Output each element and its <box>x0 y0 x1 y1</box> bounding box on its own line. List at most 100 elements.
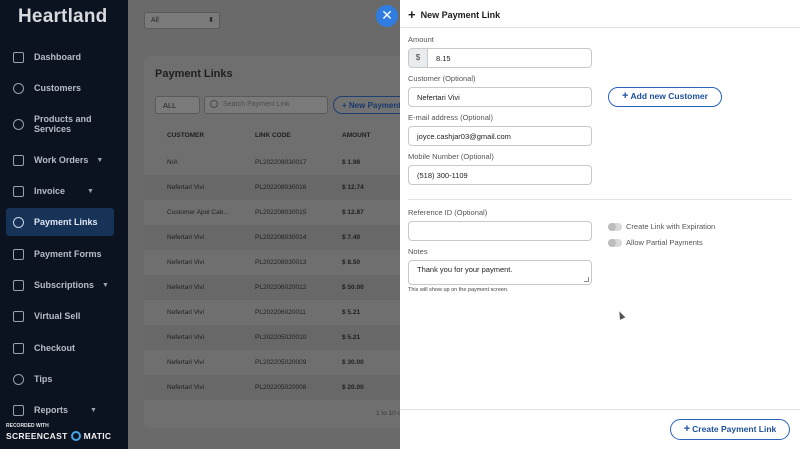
cell-customer: Nefertari Vivi <box>167 359 205 366</box>
cell-customer: Nefertari Vivi <box>167 384 205 391</box>
filter-value: All <box>151 17 159 24</box>
sidebar-item-tips[interactable]: Tips <box>6 365 114 393</box>
table-row[interactable]: Nefertari Vivi PL202205020009 $ 30.00 <box>144 350 408 375</box>
currency-prefix: $ <box>408 48 428 68</box>
cell-amount: $ 50.00 <box>342 284 364 291</box>
cell-amount: $ 1.98 <box>342 159 361 166</box>
add-customer-label: Add new Customer <box>630 91 708 101</box>
sidebar-item-virtual-sell[interactable]: Virtual Sell <box>6 302 114 330</box>
mouse-cursor-icon <box>616 310 626 320</box>
cell-link-code: PL202208030014 <box>255 234 307 241</box>
table-row[interactable]: Customer Apol Cab... PL202208030015 $ 12… <box>144 200 408 225</box>
add-new-customer-button[interactable]: + Add new Customer <box>608 87 722 107</box>
cell-customer: Nefertari Vivi <box>167 334 205 341</box>
expiration-toggle-label: Create Link with Expiration <box>626 222 716 231</box>
cell-link-code: PL202208030016 <box>255 184 307 191</box>
watermark-right: MATIC <box>83 431 112 441</box>
email-label: E-mail address (Optional) <box>408 113 494 122</box>
coin-icon <box>13 373 24 385</box>
cell-customer: N/A <box>167 159 178 166</box>
chevron-down-icon: ▼ <box>102 281 109 289</box>
chevron-down-icon: ▼ <box>96 156 104 164</box>
plus-icon: + <box>622 90 629 102</box>
resize-handle-icon[interactable] <box>584 277 589 282</box>
cell-customer: Nefertari Vivi <box>167 184 205 191</box>
cell-amount: $ 12.87 <box>342 209 364 216</box>
panel-header: + New Payment Link <box>408 7 500 22</box>
partial-payments-label: Allow Partial Payments <box>626 238 703 247</box>
sidebar-item-payment-forms[interactable]: Payment Forms <box>6 240 114 268</box>
search-placeholder: Search Payment Link <box>223 101 290 108</box>
record-icon <box>70 431 81 441</box>
watermark-logo: SCREENCAST MATIC <box>6 431 111 441</box>
divider <box>400 409 800 410</box>
sidebar-item-label: Subscriptions <box>34 280 95 290</box>
plus-icon: + <box>408 7 416 22</box>
search-icon <box>210 100 218 108</box>
sidebar-item-subscriptions[interactable]: Subscriptions ▼ <box>6 271 114 299</box>
cell-amount: $ 30.00 <box>342 359 364 366</box>
sidebar-item-dashboard[interactable]: Dashboard <box>6 43 114 71</box>
cell-amount: $ 8.50 <box>342 259 361 266</box>
table-row[interactable]: Nefertari Vivi PL202208030016 $ 12.74 <box>144 175 408 200</box>
table-row[interactable]: Nefertari Vivi PL202205020010 $ 5.21 <box>144 325 408 350</box>
cell-link-code: PL202205020010 <box>255 334 307 341</box>
email-input[interactable]: joyce.cashjar03@gmail.com <box>408 126 592 146</box>
dashboard-icon <box>13 51 24 63</box>
table-row[interactable]: Nefertari Vivi PL202205020008 $ 20.00 <box>144 375 408 400</box>
form-icon <box>13 248 24 260</box>
chevron-down-icon: ▼ <box>90 406 97 414</box>
cell-link-code: PL202205020008 <box>255 384 307 391</box>
mobile-input[interactable]: (518) 300-1109 <box>408 165 592 185</box>
select-arrows-icon: ⬍ <box>208 17 214 24</box>
sidebar-item-checkout[interactable]: Checkout <box>6 334 114 362</box>
reference-label: Reference ID (Optional) <box>408 208 488 217</box>
table-row[interactable]: Nefertari Vivi PL202206020011 $ 5.21 <box>144 300 408 325</box>
sidebar-item-customers[interactable]: Customers <box>6 74 114 102</box>
sidebar-item-payment-links[interactable]: Payment Links <box>6 208 114 236</box>
table-row[interactable]: Nefertari Vivi PL202208030013 $ 8.50 <box>144 250 408 275</box>
notes-textarea[interactable]: Thank you for your payment. <box>408 260 592 285</box>
new-payment-link-panel: + New Payment Link Amount $ 8.15 Custome… <box>400 0 800 449</box>
partial-payments-toggle[interactable] <box>608 239 622 247</box>
sidebar: Heartland Dashboard Customers Products a… <box>0 0 128 449</box>
table-row[interactable]: Nefertari Vivi PL202208030014 $ 7.40 <box>144 225 408 250</box>
plus-icon: + <box>683 423 691 435</box>
card-title: Payment Links <box>155 68 233 80</box>
column-header-amount: AMOUNT <box>342 132 371 139</box>
watermark-caption: RECORDED WITH <box>6 423 49 429</box>
column-header-customer: CUSTOMER <box>167 132 205 139</box>
cell-link-code: PL202206020011 <box>255 309 306 316</box>
sidebar-item-products[interactable]: Products and Services <box>6 110 114 138</box>
notes-hint: This will show up on the payment screen. <box>408 287 509 293</box>
close-panel-button[interactable]: ✕ <box>376 5 398 27</box>
sidebar-item-invoice[interactable]: Invoice ▼ <box>6 177 114 205</box>
sidebar-item-reports[interactable]: Reports ▼ <box>6 396 114 424</box>
search-input[interactable]: Search Payment Link <box>204 96 328 114</box>
filter-select[interactable]: All ⬍ <box>144 12 220 29</box>
cell-customer: Nefertari Vivi <box>167 309 205 316</box>
cell-link-code: PL202208030013 <box>255 259 307 266</box>
customer-input[interactable]: Nefertari Vivi <box>408 87 592 107</box>
table-row[interactable]: Nefertari Vivi PL202206020012 $ 50.00 <box>144 275 408 300</box>
sidebar-item-work-orders[interactable]: Work Orders ▼ <box>6 146 114 174</box>
dollar-doc-icon <box>13 279 24 291</box>
notes-label: Notes <box>408 247 428 256</box>
sidebar-item-label: Work Orders <box>34 155 89 165</box>
payment-links-card: Payment Links ALL Search Payment Link + … <box>144 56 423 428</box>
cart-icon <box>13 342 24 354</box>
sidebar-item-label: Virtual Sell <box>34 311 81 321</box>
bag-icon <box>13 310 24 322</box>
table-row[interactable]: N/A PL202208030017 $ 1.98 <box>144 150 408 175</box>
divider <box>400 27 800 28</box>
create-payment-link-button[interactable]: + Create Payment Link <box>670 419 790 440</box>
reference-input[interactable] <box>408 221 592 241</box>
sidebar-item-label: Customers <box>34 83 82 93</box>
cell-customer: Customer Apol Cab... <box>167 209 229 216</box>
cell-amount: $ 7.40 <box>342 234 361 241</box>
user-icon <box>13 82 24 94</box>
expiration-toggle[interactable] <box>608 223 622 231</box>
amount-input[interactable]: 8.15 <box>427 48 592 68</box>
all-filter-button[interactable]: ALL <box>155 96 200 114</box>
brand-logo: Heartland <box>18 6 108 27</box>
